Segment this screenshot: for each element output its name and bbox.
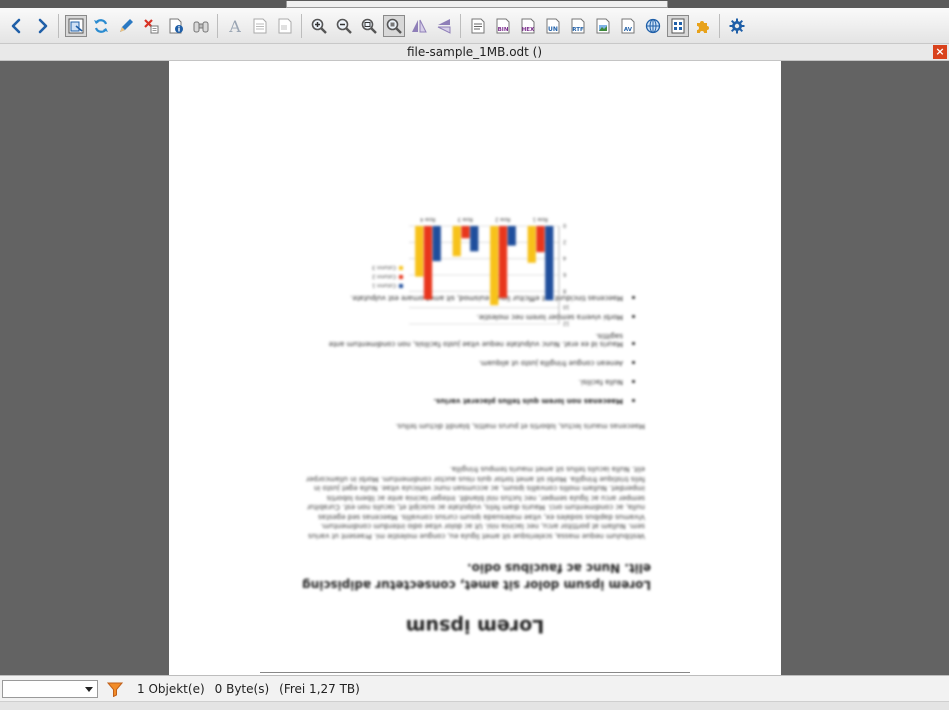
- chart-legend-label: Column 3: [372, 264, 396, 270]
- edit-pen-icon[interactable]: [115, 15, 137, 37]
- chart-bar: [432, 226, 441, 262]
- zoom-out-icon[interactable]: [333, 15, 355, 37]
- status-bar: 1 Objekt(e) 0 Byte(s) (Frei 1,27 TB): [0, 675, 949, 701]
- list-item: Mauris id ex erat. Nunc vulputate neque …: [299, 332, 645, 348]
- list-item: Nulla facilisi.: [299, 378, 645, 386]
- chart-bar: [545, 226, 554, 301]
- chart-tick-label: 10: [563, 304, 569, 310]
- byte-count: 0 Byte(s): [214, 681, 270, 696]
- filter-funnel-icon[interactable]: [107, 681, 123, 697]
- object-count: 1 Objekt(e): [137, 681, 205, 696]
- rtf-view-icon[interactable]: RTF: [567, 15, 589, 37]
- chart-tick-label: 6: [563, 271, 566, 277]
- chart-category-label: Row 2: [495, 216, 510, 222]
- flip-horizontal-icon[interactable]: [408, 15, 430, 37]
- font-icon[interactable]: A: [224, 15, 246, 37]
- document-viewport[interactable]: Lorem ipsum Lorem ipsum dolor sit amet, …: [0, 61, 949, 675]
- chart-legend-label: Column 1: [372, 282, 396, 288]
- list-item: Aenean congue fringilla justo ut aliquam…: [299, 359, 645, 367]
- chart-tick-label: 12: [563, 320, 569, 326]
- cut-delete-icon[interactable]: [140, 15, 162, 37]
- svg-text:BIN: BIN: [497, 27, 508, 33]
- image-view-icon[interactable]: [592, 15, 614, 37]
- chart-tick-label: 8: [563, 287, 566, 293]
- zoom-fit-icon[interactable]: [358, 15, 380, 37]
- settings-gear-icon[interactable]: [726, 15, 748, 37]
- chart-bar: [490, 226, 499, 306]
- chart-legend-label: Column 2: [372, 273, 396, 279]
- chart-bar: [498, 226, 508, 298]
- refresh-icon[interactable]: [90, 15, 112, 37]
- list-item: Maecenas non lorem quis tellus placerat …: [299, 397, 645, 405]
- svg-text:UN: UN: [548, 26, 558, 33]
- flip-vertical-icon[interactable]: [433, 15, 455, 37]
- chart-bar: [423, 226, 433, 300]
- toolbar-separator: [301, 13, 302, 38]
- document-title: Lorem ipsum: [405, 615, 545, 637]
- paragraph-1: Vestibulum neque massa, scelerisque sit …: [305, 465, 645, 541]
- chart-legend-swatch: [399, 275, 403, 279]
- unicode-view-icon[interactable]: UN: [542, 15, 564, 37]
- hex-view-icon[interactable]: HEX: [517, 15, 539, 37]
- toolbar-separator: [58, 13, 59, 38]
- drive-select[interactable]: [2, 679, 98, 698]
- multimedia-view-icon[interactable]: AV: [617, 15, 639, 37]
- svg-text:A: A: [228, 17, 241, 35]
- binary-view-icon[interactable]: BIN: [492, 15, 514, 37]
- document-content-rotated: Lorem ipsum Lorem ipsum dolor sit amet, …: [169, 61, 781, 675]
- view-mode-icon[interactable]: [64, 14, 87, 37]
- zoom-in-icon[interactable]: [308, 15, 330, 37]
- file-info-icon[interactable]: [165, 15, 187, 37]
- toolbar-separator: [719, 13, 720, 38]
- text-document-icon[interactable]: [249, 15, 271, 37]
- toolbar-separator: [217, 13, 218, 38]
- forward-arrow-icon[interactable]: [31, 15, 53, 37]
- chevron-down-icon: [85, 686, 93, 692]
- svg-text:AV: AV: [623, 27, 632, 33]
- back-arrow-icon[interactable]: [6, 15, 28, 37]
- subtitle-line-1: Lorem ipsum dolor sit amet, consectetur …: [302, 578, 651, 592]
- top-strip: [0, 0, 949, 8]
- document-subtitle: Lorem ipsum dolor sit amet, consectetur …: [169, 559, 781, 593]
- chart-bar: [527, 226, 536, 263]
- chart-bar: [507, 226, 516, 246]
- chart-bar: [461, 226, 470, 239]
- free-space: (Frei 1,27 TB): [279, 681, 360, 696]
- chart-category-label: Row 1: [533, 216, 548, 222]
- binoculars-icon[interactable]: [190, 15, 212, 37]
- chart-bar: [415, 226, 424, 277]
- embedded-bar-chart: 0 2 4 6 8 10 12 Row 1 Row 2 Row 3 Row 4 Column 1 Col…: [372, 216, 569, 326]
- toolbar-separator: [460, 13, 461, 38]
- document-page: Lorem ipsum Lorem ipsum dolor sit amet, …: [169, 61, 781, 675]
- chart-category-label: Row 4: [420, 216, 435, 222]
- chart-bar: [536, 226, 545, 253]
- chart-tick-label: 4: [563, 255, 566, 261]
- chart-tick-label: 2: [563, 238, 566, 244]
- viewer-title-bar: file-sample_1MB.odt () ×: [0, 44, 949, 61]
- close-button[interactable]: ×: [933, 45, 947, 59]
- zoom-actual-icon[interactable]: [382, 14, 405, 37]
- subtitle-line-2: elit. Nunc ac faucibus odio.: [467, 561, 651, 575]
- web-view-icon[interactable]: [642, 15, 664, 37]
- page-bottom-rule: [260, 672, 690, 673]
- lister-toolbar: A BIN HEX UN RTF AV: [0, 8, 949, 44]
- chart-category-label: Row 3: [458, 216, 473, 222]
- chart-bar: [452, 226, 461, 257]
- chart-tick-label: 0: [563, 222, 566, 228]
- splitter-handle[interactable]: [286, 1, 668, 8]
- paragraph-2: Maecenas mauris lectus, lobortis et puru…: [395, 422, 645, 430]
- document-icon[interactable]: [274, 15, 296, 37]
- text-view-icon[interactable]: [467, 15, 489, 37]
- window-title: file-sample_1MB.odt (): [406, 45, 543, 59]
- chart-bar: [470, 226, 479, 252]
- chart-legend-swatch: [399, 266, 403, 270]
- svg-text:HEX: HEX: [521, 27, 534, 33]
- office-view-icon[interactable]: [666, 14, 689, 37]
- chart-legend-swatch: [399, 284, 403, 288]
- plugin-icon[interactable]: [692, 15, 714, 37]
- svg-text:RTF: RTF: [572, 27, 584, 33]
